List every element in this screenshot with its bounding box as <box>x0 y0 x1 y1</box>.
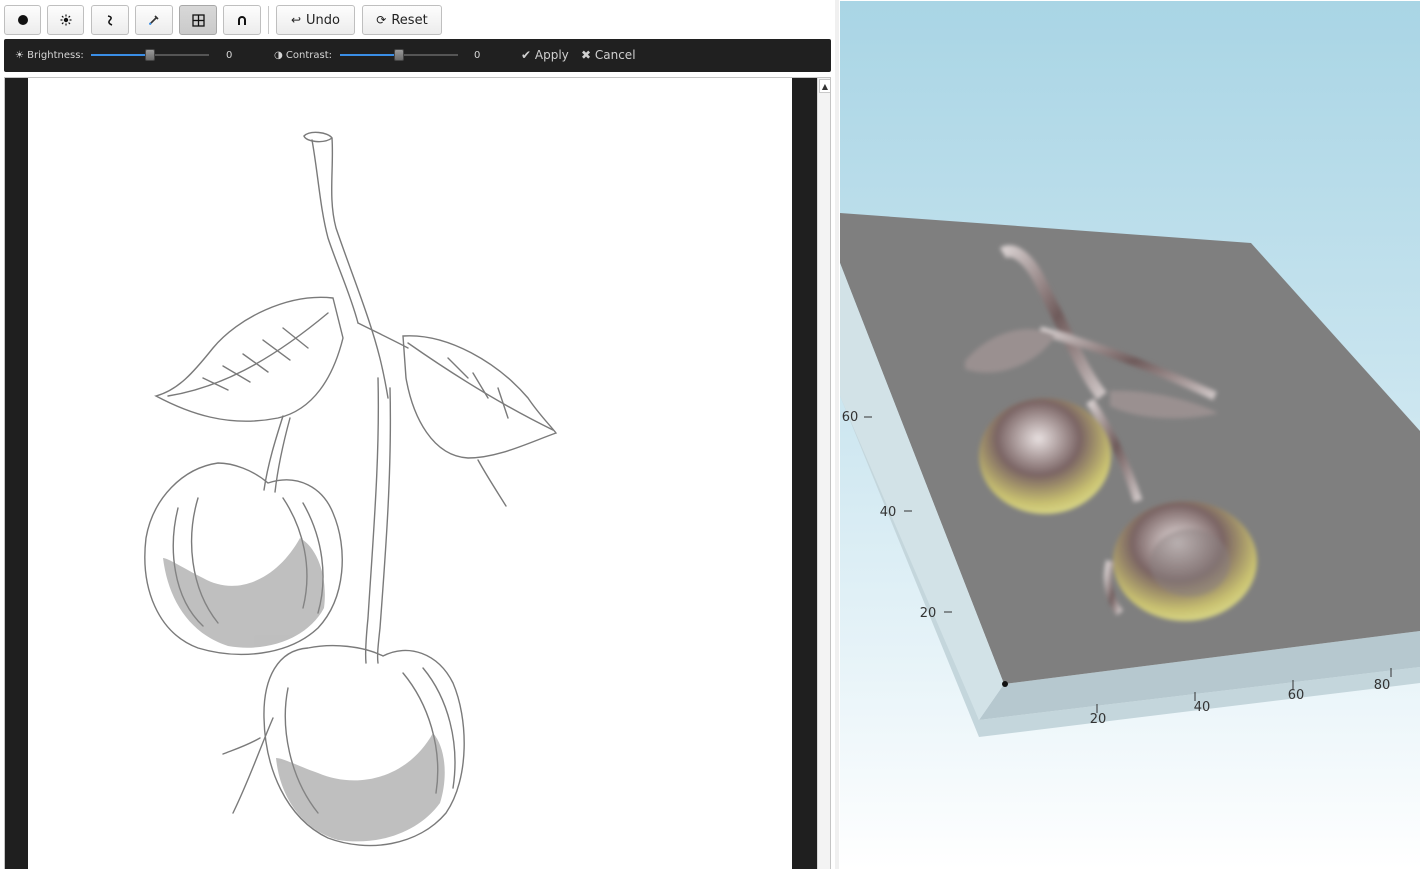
scroll-up-arrow-icon[interactable]: ▲ <box>819 79 830 93</box>
pipette-tool-button[interactable] <box>135 5 173 35</box>
brightness-value: 0 <box>226 50 233 61</box>
axis-tick-label: 40 <box>880 505 897 520</box>
toolbar-separator <box>268 6 269 34</box>
undo-button[interactable]: ↩ Undo <box>276 5 355 35</box>
magnet-tool-button[interactable] <box>223 5 261 35</box>
eyedropper-icon <box>148 14 160 26</box>
brightness-slider-fill <box>91 54 150 56</box>
grid-icon <box>191 13 205 27</box>
filled-circle-icon <box>17 14 29 26</box>
contrast-slider-thumb[interactable] <box>394 49 404 61</box>
curve-tool-button[interactable] <box>91 5 129 35</box>
viewer-left-margin <box>5 78 28 869</box>
relief-editor-app: ↩ Undo ⟳ Reset ☀ Brightness: 0 ◑ Contras… <box>0 0 1422 869</box>
image-viewer: ▲ <box>4 77 831 869</box>
contrast-slider[interactable] <box>340 49 458 61</box>
axis-tick-label: 20 <box>1090 712 1107 727</box>
grid-tool-button[interactable] <box>179 5 217 35</box>
contrast-label: ◑ Contrast: <box>274 50 333 61</box>
undo-label: Undo <box>306 12 341 28</box>
cancel-button[interactable]: ✖ Cancel <box>581 48 636 62</box>
axis-tick-label: 60 <box>842 410 859 425</box>
relief-3d-view[interactable]: 20 40 60 80 20 40 60 <box>840 1 1420 869</box>
viewer-vertical-scrollbar[interactable]: ▲ <box>817 78 830 869</box>
adjustment-bar: ☀ Brightness: 0 ◑ Contrast: 0 ✔ Apply ✖ … <box>4 39 831 72</box>
relief-3d-scene: 20 40 60 80 20 40 60 <box>840 213 1420 737</box>
origin-marker <box>1002 681 1008 687</box>
contrast-slider-fill <box>340 54 399 56</box>
toolbar: ↩ Undo ⟳ Reset <box>0 0 838 40</box>
reset-label: Reset <box>391 12 428 28</box>
image-canvas[interactable] <box>28 78 792 869</box>
curve-icon <box>104 14 116 26</box>
circle-tool-button[interactable] <box>4 5 41 35</box>
brightness-slider-thumb[interactable] <box>145 49 155 61</box>
undo-icon: ↩ <box>290 13 302 27</box>
brightness-slider[interactable] <box>91 49 209 61</box>
contrast-value: 0 <box>474 50 481 61</box>
cherry-sketch-image <box>144 131 558 847</box>
reset-icon: ⟳ <box>376 13 387 27</box>
magnet-icon <box>236 14 248 26</box>
pane-splitter[interactable] <box>835 0 839 869</box>
reset-button[interactable]: ⟳ Reset <box>362 5 442 35</box>
brightness-tool-button[interactable] <box>47 5 84 35</box>
brightness-label: ☀ Brightness: <box>15 50 84 61</box>
axis-tick-label: 40 <box>1194 700 1211 715</box>
axis-tick-label: 20 <box>920 606 937 621</box>
apply-button[interactable]: ✔ Apply <box>521 48 569 62</box>
viewer-right-margin <box>792 78 817 869</box>
sun-icon <box>60 14 72 26</box>
axis-tick-label: 80 <box>1374 678 1391 693</box>
axis-tick-label: 60 <box>1288 688 1305 703</box>
